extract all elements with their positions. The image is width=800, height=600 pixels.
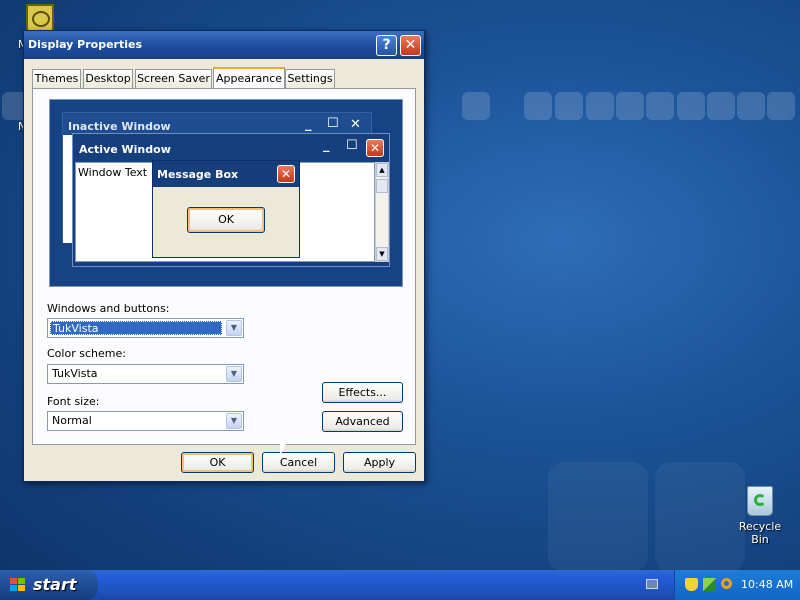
- chevron-down-icon[interactable]: ▼: [226, 366, 242, 382]
- background-tile: [677, 92, 705, 120]
- maximize-icon: ☐: [346, 138, 358, 153]
- tab-screen-saver[interactable]: Screen Saver: [135, 69, 212, 89]
- scroll-up-icon: ▲: [376, 163, 388, 177]
- recycle-bin-icon: [747, 486, 773, 516]
- recycle-bin[interactable]: Recycle Bin: [730, 486, 790, 546]
- display-properties-dialog: Display Properties ? ✕ Themes Desktop Sc…: [23, 30, 425, 482]
- preview-scrollbar: ▲ ▼: [375, 162, 389, 262]
- dialog-title: Display Properties: [28, 38, 143, 51]
- close-button[interactable]: ✕: [400, 35, 421, 56]
- start-label: start: [33, 575, 77, 594]
- color-scheme-select[interactable]: TukVista ▼: [47, 364, 244, 384]
- keyboard-icon[interactable]: [646, 579, 658, 589]
- font-size-value: Normal: [52, 414, 92, 427]
- scroll-thumb: [376, 179, 388, 193]
- active-window-title: Active Window: [79, 143, 171, 156]
- font-size-select[interactable]: Normal ▼: [47, 411, 244, 431]
- background-tile: [616, 92, 644, 120]
- desktop-shortcut-icon[interactable]: [26, 4, 54, 32]
- windows-logo-icon: [10, 578, 26, 592]
- cancel-button[interactable]: Cancel: [262, 452, 335, 473]
- message-box-title-bar: Message Box ✕: [153, 161, 299, 187]
- effects-button[interactable]: Effects...: [322, 382, 403, 403]
- minimize-icon: _: [323, 138, 330, 153]
- close-icon: ✕: [404, 37, 417, 53]
- tab-settings[interactable]: Settings: [285, 69, 335, 89]
- message-box-title: Message Box: [157, 168, 239, 181]
- help-icon: ?: [382, 37, 391, 53]
- message-box-ok-button: OK: [187, 207, 265, 233]
- windows-buttons-label: Windows and buttons:: [47, 302, 170, 315]
- clock[interactable]: 10:48 AM: [741, 578, 793, 591]
- search-icon[interactable]: [721, 578, 732, 589]
- window-text: Window Text: [78, 166, 148, 179]
- mouse-cursor-icon: [280, 442, 287, 456]
- color-scheme-label: Color scheme:: [47, 347, 126, 360]
- maximize-icon: ☐: [327, 116, 339, 131]
- background-tile: [707, 92, 735, 120]
- appearance-preview: Inactive Window _ ☐ ✕ Active Window _ ☐ …: [49, 99, 403, 287]
- background-shape: [548, 462, 648, 572]
- minimize-icon: _: [305, 117, 312, 132]
- taskbar: start 10:48 AM: [0, 570, 800, 600]
- close-icon: ✕: [350, 117, 361, 132]
- apply-button[interactable]: Apply: [343, 452, 416, 473]
- start-button[interactable]: start: [0, 570, 98, 600]
- background-tile: [737, 92, 765, 120]
- close-icon: ✕: [366, 139, 384, 157]
- background-tile: [767, 92, 795, 120]
- system-tray: 10:48 AM: [674, 570, 800, 600]
- help-button[interactable]: ?: [376, 35, 397, 56]
- tab-desktop[interactable]: Desktop: [83, 69, 133, 89]
- title-bar[interactable]: Display Properties ? ✕: [24, 31, 424, 59]
- scroll-down-icon: ▼: [376, 247, 388, 261]
- windows-buttons-select[interactable]: TukVista ▼: [47, 318, 244, 338]
- chevron-down-icon[interactable]: ▼: [226, 320, 242, 336]
- recycle-bin-label: Recycle Bin: [738, 520, 782, 546]
- security-shield-icon[interactable]: [685, 578, 698, 591]
- background-tile: [586, 92, 614, 120]
- advanced-button[interactable]: Advanced: [322, 411, 403, 432]
- tab-themes[interactable]: Themes: [32, 69, 81, 89]
- tab-appearance[interactable]: Appearance: [213, 67, 285, 89]
- background-tile: [524, 92, 552, 120]
- network-icon[interactable]: [703, 578, 716, 591]
- appearance-panel: Inactive Window _ ☐ ✕ Active Window _ ☐ …: [32, 88, 416, 445]
- ok-button[interactable]: OK: [181, 452, 254, 473]
- chevron-down-icon[interactable]: ▼: [226, 413, 242, 429]
- preview-message-box: Message Box ✕ OK: [152, 160, 300, 258]
- color-scheme-value: TukVista: [52, 367, 98, 380]
- background-tile: [555, 92, 583, 120]
- inactive-window-title: Inactive Window: [68, 120, 171, 133]
- background-tile: [462, 92, 490, 120]
- windows-buttons-value: TukVista: [50, 321, 222, 335]
- font-size-label: Font size:: [47, 395, 100, 408]
- background-tile: [646, 92, 674, 120]
- close-icon: ✕: [277, 165, 295, 183]
